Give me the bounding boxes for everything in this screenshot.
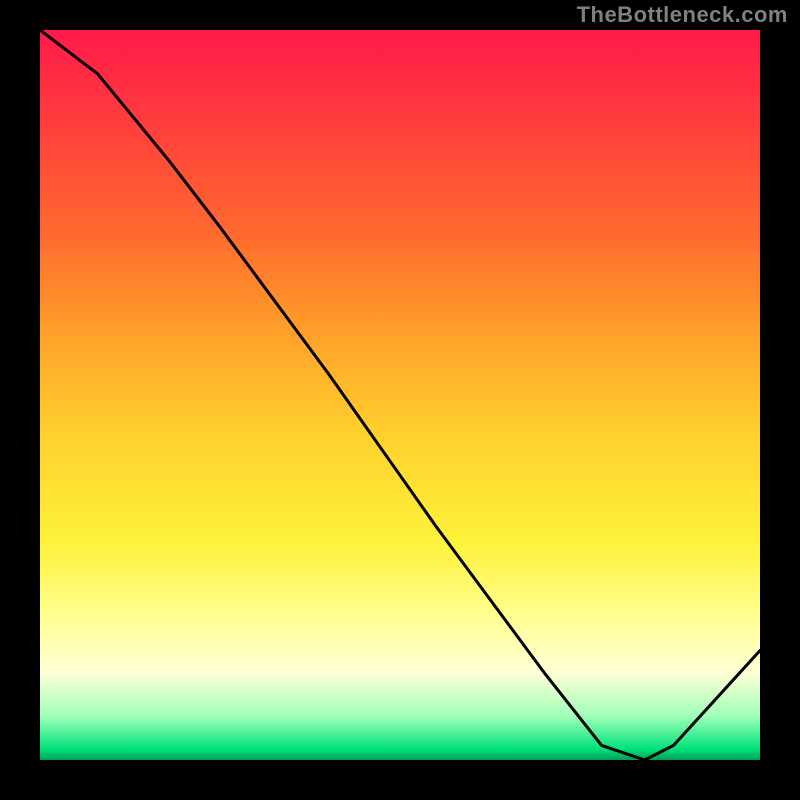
chart-frame: TheBottleneck.com (0, 0, 800, 800)
watermark-text: TheBottleneck.com (577, 2, 788, 28)
plot-area (40, 30, 760, 760)
bottleneck-line (40, 30, 760, 760)
